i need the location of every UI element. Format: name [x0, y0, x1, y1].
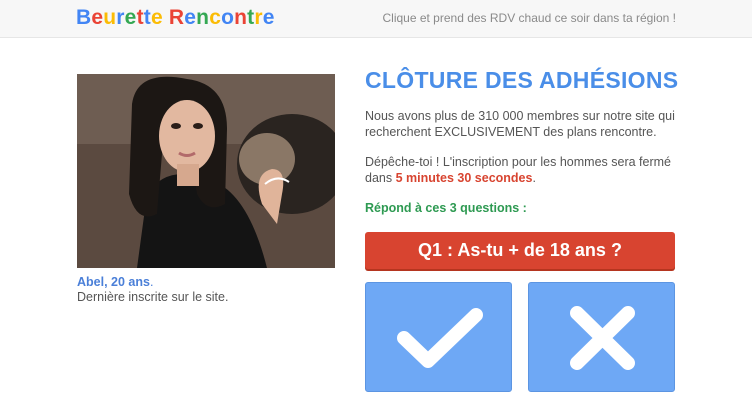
- logo-letter: R: [168, 6, 185, 29]
- logo-letter: t: [136, 6, 144, 29]
- urgency-paragraph: Dépêche-toi ! L'inscription pour les hom…: [365, 155, 671, 185]
- cross-icon: [570, 306, 635, 370]
- logo-letter: r: [116, 6, 125, 29]
- page-headline: CLÔTURE DES ADHÉSIONS: [365, 67, 679, 93]
- logo-letter: u: [103, 6, 117, 29]
- top-bar: Beurette Rencontre Clique et prend des R…: [0, 0, 752, 38]
- header-tagline: Clique et prend des RDV chaud ce soir da…: [382, 11, 676, 25]
- logo-letter: e: [262, 6, 275, 29]
- yes-button[interactable]: [365, 282, 512, 392]
- logo-letter: e: [150, 6, 163, 29]
- countdown-timer: 5 minutes 30 secondes: [395, 171, 533, 185]
- check-icon: [397, 308, 483, 368]
- no-button[interactable]: [528, 282, 675, 392]
- logo-letter: e: [124, 6, 137, 29]
- logo-letter: c: [209, 6, 222, 29]
- members-paragraph: Nous avons plus de 310 000 membres sur n…: [365, 109, 675, 139]
- profile-subtitle: Dernière inscrite sur le site.: [77, 290, 229, 304]
- profile-name: Abel, 20 ans.: [77, 275, 154, 289]
- site-logo[interactable]: Beurette Rencontre: [76, 6, 275, 30]
- logo-letter: e: [91, 6, 104, 29]
- logo-letter: n: [196, 6, 210, 29]
- logo-letter: t: [143, 6, 151, 29]
- profile-photo: [77, 74, 335, 268]
- logo-letter: r: [254, 6, 263, 29]
- logo-letter: e: [184, 6, 197, 29]
- logo-letter: o: [221, 6, 235, 29]
- logo-letter: n: [234, 6, 248, 29]
- logo-letter: B: [76, 6, 92, 29]
- answer-prompt: Répond à ces 3 questions :: [365, 201, 527, 215]
- question-banner: Q1 : As-tu + de 18 ans ?: [365, 232, 675, 269]
